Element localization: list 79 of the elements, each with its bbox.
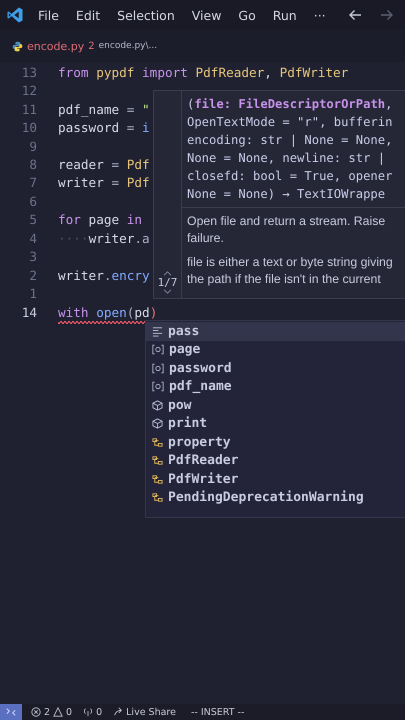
description-text: Open file and return a stream. Raise [187, 213, 386, 230]
code-line: ····writer.a [58, 230, 150, 246]
code-line: for page in [58, 212, 142, 228]
menu-item[interactable]: Selection [117, 8, 175, 22]
overload-counter: 1/7 [158, 276, 178, 289]
line-number: 3 [28, 249, 37, 264]
file-tab[interactable]: encode.py 2 encode.py\... [12, 40, 158, 52]
more-menu[interactable]: ··· [314, 8, 326, 22]
tab-filename: encode.py [27, 40, 84, 52]
signature-text: OpenTextMode = "r", bufferin [187, 114, 394, 131]
warning-icon[interactable] [53, 707, 64, 717]
description-text: failure. [187, 230, 225, 247]
line-number: 7 [28, 175, 37, 190]
line-number: 11 [20, 102, 37, 117]
line-number: 8 [28, 156, 37, 172]
live-share-button[interactable]: Live Share [126, 706, 176, 718]
vim-mode: -- INSERT -- [190, 706, 244, 718]
variable-icon [152, 344, 164, 356]
remote-icon [6, 707, 16, 717]
line-number: 10 [20, 120, 37, 136]
suggestion-item[interactable]: PdfReader [146, 452, 405, 470]
menu-item[interactable]: Run [272, 8, 297, 22]
code-line: writer.encry [58, 268, 150, 283]
menu-item[interactable]: Go [238, 8, 256, 22]
code-line: password = i [58, 120, 150, 136]
suggestion-item[interactable]: pow [146, 396, 405, 414]
vscode-logo-icon [6, 6, 24, 24]
code-line: reader = Pdf [58, 156, 150, 172]
signature-text: None = None, newline: str | [187, 150, 386, 167]
cube-icon [152, 400, 163, 411]
problem-count: 2 [88, 40, 95, 52]
warning-count: 0 [66, 706, 72, 718]
share-icon[interactable] [113, 707, 124, 717]
menu-item[interactable]: File [38, 8, 59, 22]
variable-icon [152, 381, 164, 392]
menu-item[interactable]: View [192, 8, 222, 22]
class-icon [152, 492, 163, 504]
line-number: 9 [28, 138, 37, 154]
python-icon [12, 40, 23, 52]
line-number: 5 [28, 212, 37, 228]
error-count: 2 [44, 706, 50, 718]
variable-icon [152, 362, 164, 374]
port-count: 0 [96, 706, 102, 718]
suggestion-item[interactable]: page [146, 340, 405, 359]
line-number: 2 [28, 268, 37, 283]
suggestion-item[interactable]: pdf_name [146, 378, 405, 396]
remote-button[interactable] [0, 704, 22, 720]
snippet-icon [152, 326, 163, 337]
line-number: 1 [28, 286, 37, 302]
breadcrumb[interactable]: encode.py\... [98, 41, 158, 51]
suggestion-item[interactable]: PdfWriter [146, 470, 405, 488]
line-number: 13 [20, 64, 37, 80]
suggestion-item[interactable]: property [146, 433, 405, 452]
line-number: 4 [28, 230, 37, 246]
line-number: 12 [20, 83, 37, 98]
suggestion-item[interactable]: PendingDeprecationWarning [146, 488, 405, 507]
code-line: writer = Pdf [58, 175, 150, 190]
class-icon [152, 474, 163, 485]
down-chevron-icon[interactable] [163, 289, 172, 294]
suggestion-item[interactable]: password [146, 359, 405, 378]
class-icon [152, 436, 163, 448]
up-chevron-icon[interactable] [163, 271, 172, 276]
cube-icon [152, 418, 163, 430]
signature-text: closefd: bool = True, opener [187, 168, 394, 185]
code-line: pdf_name = " [58, 102, 150, 117]
signature-text: (file: FileDescriptorOrPath, [187, 96, 394, 113]
suggestion-item[interactable]: pass [146, 322, 405, 340]
line-number: 14 [20, 304, 37, 320]
line-number: 6 [28, 194, 37, 209]
signature-text: None = None) → TextIOWrappe [187, 186, 386, 203]
error-icon[interactable] [31, 707, 41, 717]
code-line: from pypdf import PdfReader, PdfWriter [58, 64, 348, 80]
details-text: the path if the file isn't in the current [187, 271, 382, 288]
antenna-icon[interactable] [83, 707, 94, 717]
menu-item[interactable]: Edit [76, 8, 100, 22]
suggestion-item[interactable]: print [146, 414, 405, 433]
signature-text: encoding: str | None = None, [187, 132, 394, 149]
class-icon [152, 455, 163, 466]
details-text: file is either a text or byte string giving [187, 254, 394, 271]
